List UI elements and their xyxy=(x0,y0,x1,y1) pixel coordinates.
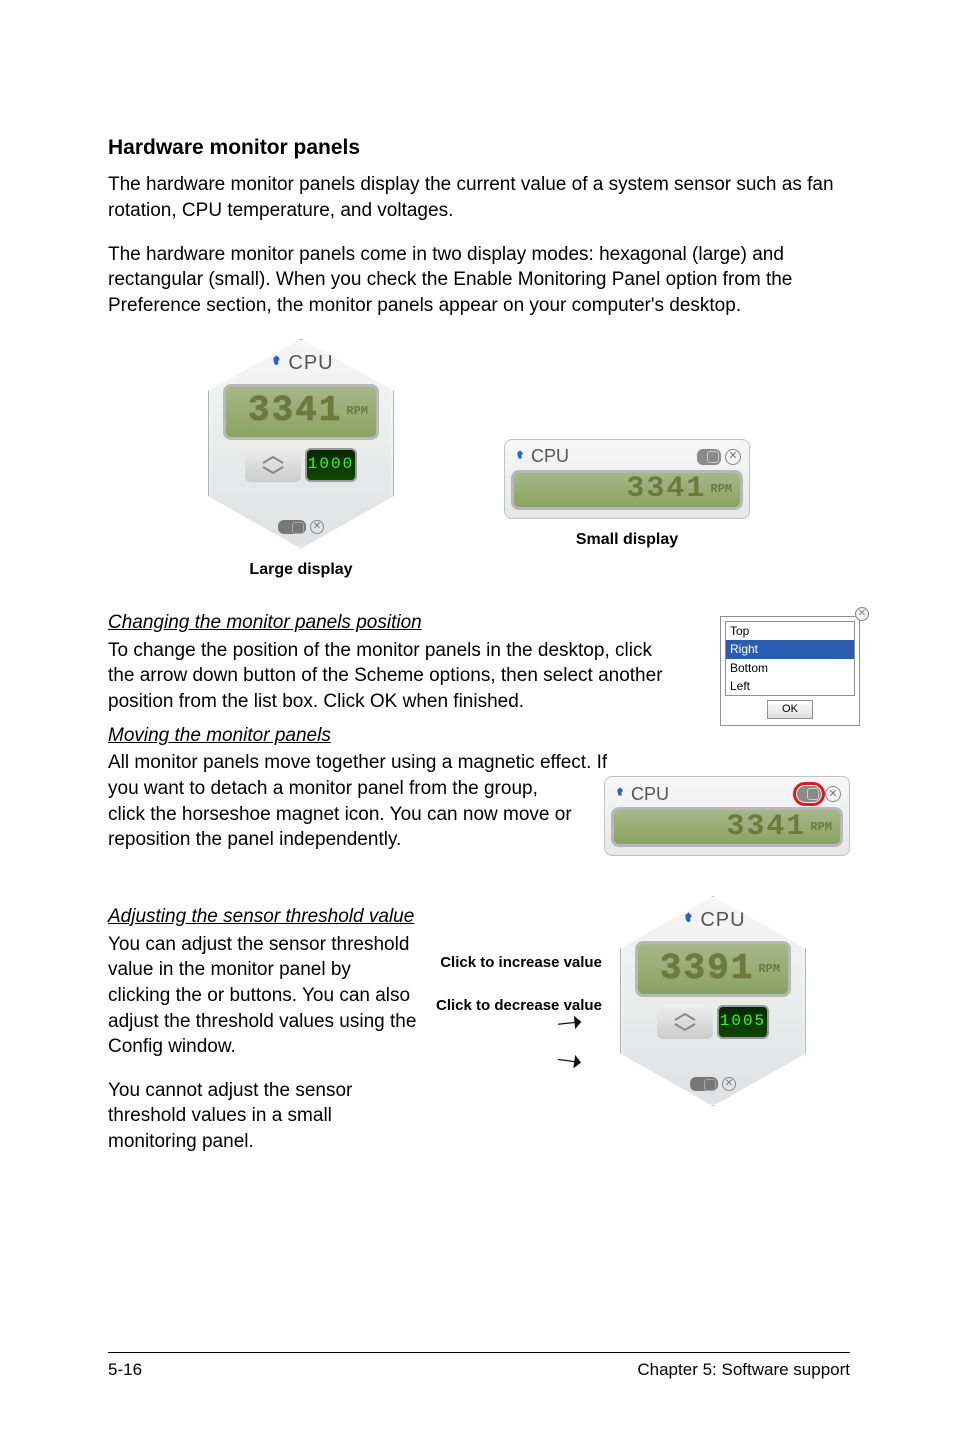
small-panel-unit: RPM xyxy=(710,481,732,497)
position-option-top[interactable]: Top xyxy=(726,622,854,640)
chevron-up-icon xyxy=(261,455,285,465)
move-panel-title-text: CPU xyxy=(631,782,669,806)
small-panel-value: 3341 xyxy=(626,469,706,510)
fan-icon xyxy=(613,787,627,801)
position-option-left[interactable]: Left xyxy=(726,677,854,695)
close-icon[interactable]: ✕ xyxy=(310,520,324,534)
adjust-panel-threshold: 1005 xyxy=(717,1005,769,1039)
large-panel-title-text: CPU xyxy=(288,350,333,377)
move-panel-lcd: 3341 RPM xyxy=(611,807,843,847)
move-panel-value: 3341 xyxy=(726,807,806,848)
moving-panels-text-line1: All monitor panels move together using a… xyxy=(108,750,850,776)
large-panel-value: 3341 xyxy=(248,387,342,436)
large-panel-indicator-row: 1000 xyxy=(245,448,357,482)
large-panel-unit: RPM xyxy=(346,403,368,419)
adjust-panel-unit: RPM xyxy=(758,961,780,977)
moving-panels-heading: Moving the monitor panels xyxy=(108,723,850,749)
adjust-panel-value: 3391 xyxy=(660,945,754,994)
small-rect-panel: CPU ✕ 3341 RPM xyxy=(504,439,750,519)
large-display-figure: CPU 3341 RPM 1000 ✕ Large display xyxy=(208,339,394,581)
pointer-line-icon: ➝ xyxy=(554,1042,585,1077)
small-panel-lcd: 3341 RPM xyxy=(511,470,743,510)
fan-icon xyxy=(268,355,284,371)
magnet-icon[interactable] xyxy=(690,1077,718,1091)
page-footer: 5-16 Chapter 5: Software support xyxy=(108,1352,850,1382)
large-panel-bottom-bar: ✕ xyxy=(278,520,324,534)
threshold-arrows[interactable] xyxy=(245,448,301,482)
chevron-down-icon xyxy=(673,1022,697,1032)
section-heading: Hardware monitor panels xyxy=(108,134,850,162)
move-example-panel: CPU ✕ 3341 RPM xyxy=(604,776,850,856)
page-number: 5-16 xyxy=(108,1359,142,1382)
move-panel-title: CPU xyxy=(613,782,669,806)
chevron-down-icon xyxy=(261,465,285,475)
large-panel-lcd: 3341 RPM xyxy=(223,384,379,440)
magnet-icon[interactable] xyxy=(797,786,821,802)
position-option-bottom[interactable]: Bottom xyxy=(726,659,854,677)
close-icon[interactable]: ✕ xyxy=(825,786,841,802)
paragraph-2: The hardware monitor panels come in two … xyxy=(108,242,850,319)
ok-button[interactable]: OK xyxy=(767,700,813,719)
adjust-hex-wrap: ➝ ➝ CPU 3391 RPM 1005 ✕ xyxy=(620,896,806,1106)
annotation-column: Click to increase value Click to decreas… xyxy=(436,896,602,1015)
figure-row: CPU 3341 RPM 1000 ✕ Large display xyxy=(108,339,850,581)
moving-panels-text-rest: you want to detach a monitor panel from … xyxy=(108,776,574,853)
adjust-panel-lcd: 3391 RPM xyxy=(635,941,791,997)
position-dropdown: ✕ Top Right Bottom Left OK xyxy=(720,616,860,726)
adjust-hex-panel: CPU 3391 RPM 1005 ✕ xyxy=(620,896,806,1106)
magnet-icon[interactable] xyxy=(697,449,721,465)
increase-annotation: Click to increase value xyxy=(440,954,602,971)
adjust-threshold-text-1: You can adjust the sensor threshold valu… xyxy=(108,932,418,1060)
position-option-right[interactable]: Right xyxy=(726,640,854,658)
magnet-icon[interactable] xyxy=(278,520,306,534)
large-panel-title: CPU xyxy=(268,350,333,377)
small-caption: Small display xyxy=(576,529,678,551)
large-panel-threshold: 1000 xyxy=(305,448,357,482)
fan-icon xyxy=(680,912,696,928)
small-panel-title-text: CPU xyxy=(531,444,569,468)
adjust-threshold-text-2: You cannot adjust the sensor threshold v… xyxy=(108,1078,418,1155)
adjust-panel-title-text: CPU xyxy=(700,907,745,934)
large-hex-panel: CPU 3341 RPM 1000 ✕ xyxy=(208,339,394,549)
adjust-threshold-heading: Adjusting the sensor threshold value xyxy=(108,904,418,930)
close-icon[interactable]: ✕ xyxy=(722,1077,736,1091)
pointer-line-icon: ➝ xyxy=(554,1005,584,1040)
chapter-label: Chapter 5: Software support xyxy=(637,1359,850,1382)
adjust-panel-indicator-row: 1005 xyxy=(657,1005,769,1039)
small-panel-title: CPU xyxy=(513,444,569,468)
threshold-arrows[interactable] xyxy=(657,1005,713,1039)
small-display-figure: CPU ✕ 3341 RPM Small display xyxy=(504,439,750,551)
adjust-panel-bottom-bar: ✕ xyxy=(690,1077,736,1091)
move-panel-unit: RPM xyxy=(810,819,832,835)
close-icon[interactable]: ✕ xyxy=(725,449,741,465)
fan-icon xyxy=(513,450,527,464)
change-position-text: To change the position of the monitor pa… xyxy=(108,638,668,715)
adjust-panel-title: CPU xyxy=(680,907,745,934)
chevron-up-icon xyxy=(673,1012,697,1022)
position-list: Top Right Bottom Left xyxy=(725,621,855,696)
close-icon[interactable]: ✕ xyxy=(855,607,869,621)
paragraph-1: The hardware monitor panels display the … xyxy=(108,172,850,223)
large-caption: Large display xyxy=(249,559,352,581)
